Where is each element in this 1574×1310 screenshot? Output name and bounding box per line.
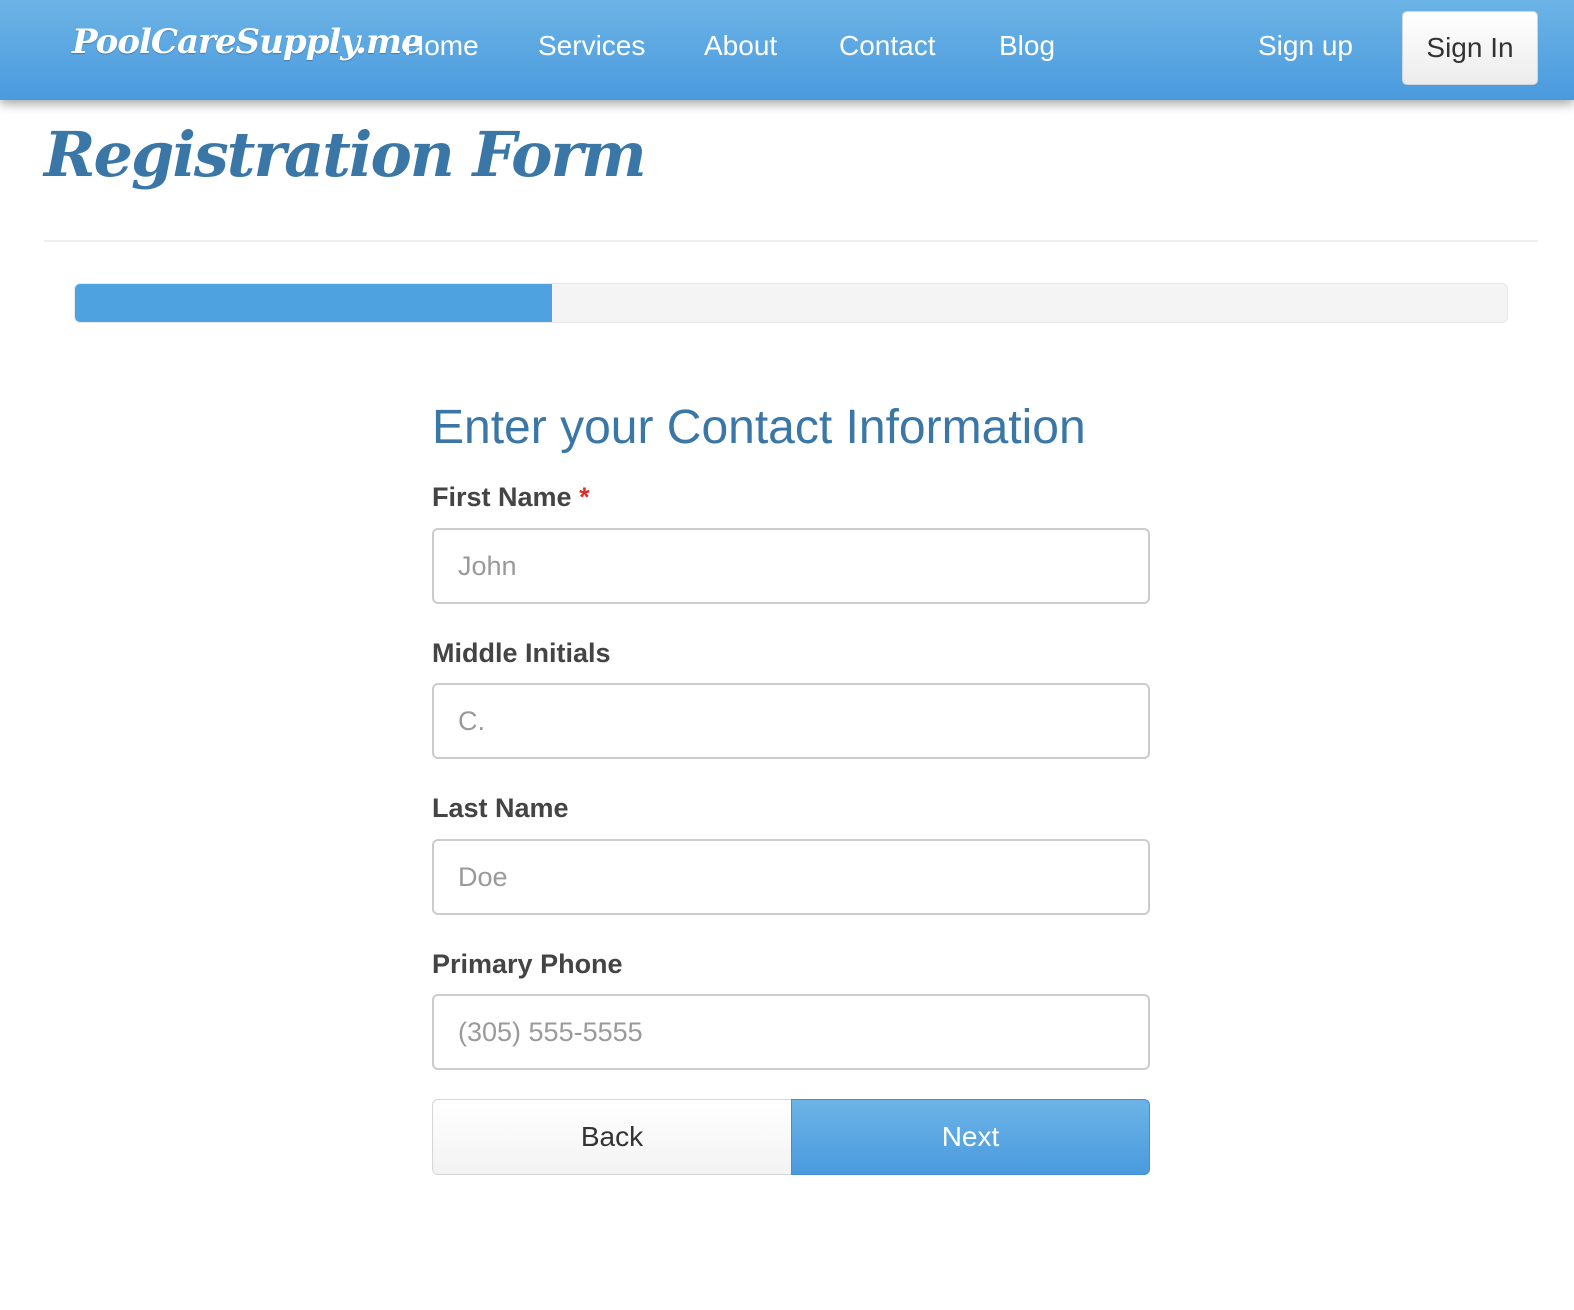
primary-phone-label: Primary Phone — [432, 949, 623, 979]
next-button[interactable]: Next — [791, 1099, 1150, 1175]
last-name-input[interactable] — [432, 839, 1150, 915]
title-divider — [44, 240, 1538, 242]
nav-link-about[interactable]: About — [704, 30, 777, 62]
first-name-input[interactable] — [432, 528, 1150, 604]
last-name-label: Last Name — [432, 793, 569, 823]
first-name-label-text: First Name — [432, 482, 572, 512]
sign-up-link[interactable]: Sign up — [1258, 30, 1353, 62]
middle-initials-input[interactable] — [432, 683, 1150, 759]
primary-phone-input[interactable] — [432, 994, 1150, 1070]
first-name-label: First Name * — [432, 482, 590, 513]
nav-link-blog[interactable]: Blog — [999, 30, 1055, 62]
nav-link-home[interactable]: Home — [404, 30, 479, 62]
back-button[interactable]: Back — [432, 1099, 792, 1175]
nav-link-services[interactable]: Services — [538, 30, 645, 62]
progress-bar — [74, 283, 1508, 323]
nav-link-contact[interactable]: Contact — [839, 30, 936, 62]
top-navbar: PoolCareSupply.me Home Services About Co… — [0, 0, 1574, 100]
page-title: Registration Form — [44, 118, 647, 191]
middle-initials-label: Middle Initials — [432, 638, 611, 668]
form-heading: Enter your Contact Information — [432, 401, 1086, 454]
sign-in-button[interactable]: Sign In — [1402, 11, 1538, 85]
required-asterisk: * — [579, 482, 590, 512]
brand-logo-link[interactable]: PoolCareSupply.me — [72, 22, 423, 62]
progress-bar-fill — [75, 284, 552, 322]
